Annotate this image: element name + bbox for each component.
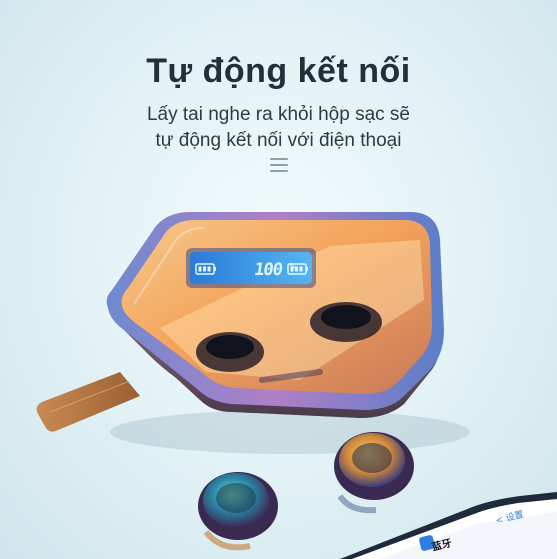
page-title: Tự động kết nối bbox=[146, 52, 411, 90]
subtitle-line-1: Lấy tai nghe ra khỏi hộp sạc sẽ bbox=[146, 104, 410, 125]
battery-percentage-unit: % bbox=[289, 262, 297, 271]
battery-percentage: 100 bbox=[252, 260, 284, 280]
charging-case bbox=[106, 212, 445, 418]
earbud-teal bbox=[198, 472, 278, 551]
subtitle-line-2: tự động kết nối với điện thoại bbox=[155, 130, 402, 151]
menu-icon bbox=[270, 158, 288, 172]
lanyard-strap bbox=[36, 372, 140, 432]
earbud-gold bbox=[334, 432, 414, 514]
